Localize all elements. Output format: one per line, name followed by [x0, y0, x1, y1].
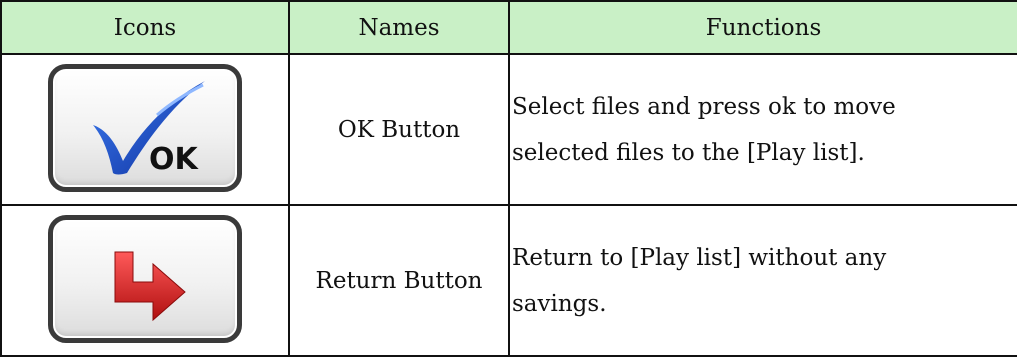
table-header-row: Icons Names Functions — [0, 0, 1017, 55]
ok-button-illustration: OK — [48, 63, 242, 192]
table-row: OK OK Button Select files and press ok t… — [0, 53, 1017, 206]
function-line: Select files and press ok to move — [512, 93, 896, 120]
function-cell: Select files and press ok to move select… — [508, 53, 1017, 206]
return-button-illustration — [48, 214, 242, 343]
icon-cell: OK — [0, 53, 290, 206]
name-cell: Return Button — [288, 204, 510, 357]
function-cell: Return to [Play list] without any saving… — [508, 204, 1017, 357]
function-line: savings. — [512, 290, 607, 317]
icon-function-table: Icons Names Functions OK OK Button Selec… — [0, 0, 1017, 357]
ok-check-icon: OK — [93, 80, 205, 177]
function-line: selected files to the [Play list]. — [512, 139, 865, 166]
ok-icon-text: OK — [149, 142, 200, 177]
header-functions: Functions — [508, 0, 1017, 55]
function-line: Return to [Play list] without any — [512, 244, 887, 271]
header-names: Names — [288, 0, 510, 55]
header-icons: Icons — [0, 0, 290, 55]
table-row: Return Button Return to [Play list] with… — [0, 204, 1017, 357]
name-cell: OK Button — [288, 53, 510, 206]
return-arrow-icon — [114, 251, 186, 321]
icon-cell — [0, 204, 290, 357]
